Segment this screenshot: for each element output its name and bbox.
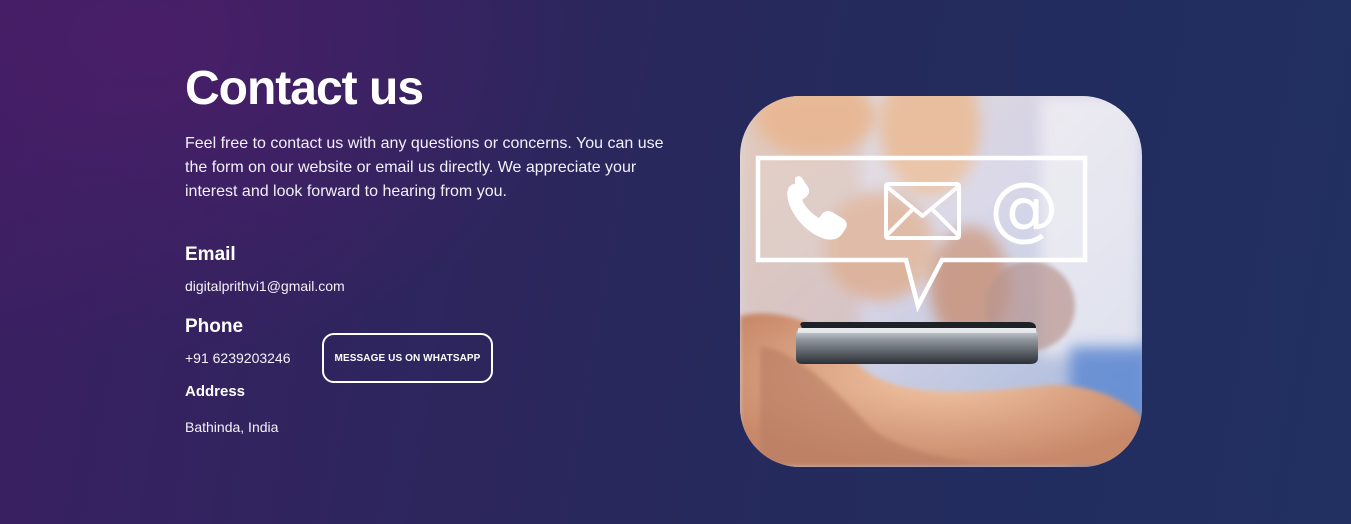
contact-section: Contact us Feel free to contact us with …	[0, 0, 1351, 524]
page-title: Contact us	[185, 62, 424, 115]
address-value: Bathinda, India	[185, 419, 279, 435]
contact-hero-image: @	[740, 96, 1142, 467]
svg-text:@: @	[989, 167, 1059, 249]
phone-label: Phone	[185, 316, 244, 337]
email-label: Email	[185, 244, 236, 265]
intro-text: Feel free to contact us with any questio…	[185, 135, 664, 200]
at-sign-icon: @	[989, 167, 1059, 249]
address-label: Address	[185, 383, 246, 400]
phone-value: +91 6239203246	[185, 350, 291, 366]
whatsapp-button[interactable]: MESSAGE US ON WHATSAPP	[322, 333, 493, 383]
email-value: digitalprithvi1@gmail.com	[185, 278, 345, 294]
